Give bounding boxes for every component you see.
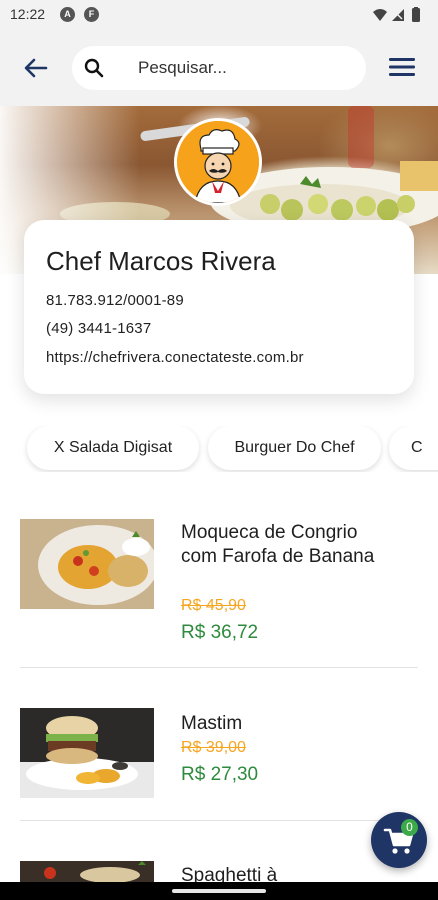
shopping-cart-icon [383, 828, 414, 854]
wifi-icon [373, 9, 387, 21]
cart-button[interactable]: 0 [371, 812, 427, 868]
arrow-left-icon [24, 58, 48, 78]
product-name: Moqueca de Congrio com Farofa de Banana [181, 522, 375, 567]
list-divider [20, 820, 418, 821]
category-chips: X Salada Digisat Burguer Do Chef C [0, 426, 438, 472]
status-right-icons [373, 7, 420, 22]
back-button[interactable] [22, 56, 50, 80]
category-chip[interactable]: Burguer Do Chef [208, 426, 381, 470]
product-price: R$ 36,72 [181, 622, 259, 643]
store-document: 81.783.912/0001-89 [46, 292, 184, 309]
product-name: Mastim [181, 713, 243, 734]
store-name: Chef Marcos Rivera [46, 246, 276, 276]
home-gesture-handle[interactable] [172, 889, 266, 893]
search-input[interactable] [138, 46, 348, 90]
product-price: R$ 27,30 [181, 764, 259, 785]
status-time: 12:22 [10, 6, 46, 22]
search-icon [84, 58, 104, 78]
search-bar[interactable] [72, 46, 366, 90]
hamburger-menu-icon [389, 58, 415, 76]
store-info-card: Chef Marcos Rivera 81.783.912/0001-89 (4… [24, 220, 414, 394]
category-chip[interactable]: X Salada Digisat [27, 426, 199, 470]
system-navigation-bar [0, 882, 438, 900]
product-image [20, 519, 154, 609]
store-website[interactable]: https://chefrivera.conectateste.com.br [46, 349, 304, 366]
notification-icon-a: A [60, 7, 75, 22]
battery-icon [412, 8, 420, 22]
store-logo [174, 118, 262, 206]
product-old-price: R$ 39,00 [181, 739, 246, 756]
menu-button[interactable] [388, 55, 416, 79]
product-image [20, 861, 154, 882]
list-divider [20, 667, 418, 668]
cart-count-badge: 0 [401, 819, 418, 836]
chef-logo-icon [177, 121, 259, 203]
top-app-bar [0, 30, 438, 106]
store-phone[interactable]: (49) 3441-1637 [46, 320, 151, 337]
product-old-price: R$ 45,90 [181, 597, 246, 614]
category-chip[interactable]: C [389, 426, 438, 470]
notification-icon-f: F [84, 7, 99, 22]
product-image [20, 708, 154, 798]
status-bar: 12:22 A F [0, 0, 438, 30]
